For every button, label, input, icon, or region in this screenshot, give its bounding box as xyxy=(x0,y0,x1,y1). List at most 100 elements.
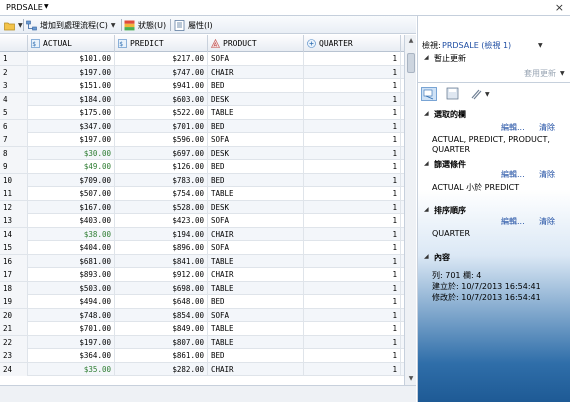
row-number-cell[interactable]: 20 xyxy=(0,308,28,322)
product-cell[interactable]: BED xyxy=(208,349,304,362)
table-row[interactable]: 17 $893.00 $912.00 CHAIR 1 xyxy=(0,268,404,282)
quarter-cell[interactable]: 1 xyxy=(304,214,401,227)
quarter-cell[interactable]: 1 xyxy=(304,335,401,349)
edit-columns-link[interactable]: 編輯... xyxy=(501,122,525,133)
product-cell[interactable]: TABLE xyxy=(208,106,304,119)
product-cell[interactable]: TABLE xyxy=(208,335,304,349)
document-tab[interactable]: PRDSALE ▼ × xyxy=(0,0,570,16)
actual-cell[interactable]: $197.00 xyxy=(28,133,115,146)
collapse-icon[interactable]: ◢ xyxy=(424,206,429,213)
row-number-cell[interactable]: 19 xyxy=(0,295,28,308)
row-number-cell[interactable]: 11 xyxy=(0,187,28,200)
actual-cell[interactable]: $748.00 xyxy=(28,308,115,322)
actual-cell[interactable]: $167.00 xyxy=(28,200,115,214)
column-header-actual[interactable]: $ ACTUAL xyxy=(28,35,115,52)
predict-cell[interactable]: $807.00 xyxy=(115,335,208,349)
chevron-down-icon[interactable]: ▼ xyxy=(44,3,49,10)
row-number-cell[interactable]: 12 xyxy=(0,200,28,214)
row-number-cell[interactable]: 10 xyxy=(0,173,28,187)
close-icon[interactable]: × xyxy=(555,1,564,14)
table-row[interactable]: 2 $197.00 $747.00 CHAIR 1 xyxy=(0,65,404,79)
actual-cell[interactable]: $709.00 xyxy=(28,173,115,187)
quarter-cell[interactable]: 1 xyxy=(304,65,401,79)
product-cell[interactable]: BED xyxy=(208,119,304,133)
table-row[interactable]: 8 $30.00 $697.00 DESK 1 xyxy=(0,146,404,160)
product-cell[interactable]: CHAIR xyxy=(208,362,304,376)
table-row[interactable]: 13 $403.00 $423.00 SOFA 1 xyxy=(0,214,404,228)
predict-cell[interactable]: $217.00 xyxy=(115,52,208,65)
predict-cell[interactable]: $697.00 xyxy=(115,146,208,160)
predict-cell[interactable]: $522.00 xyxy=(115,106,208,119)
actual-cell[interactable]: $893.00 xyxy=(28,268,115,281)
collapse-icon[interactable]: ◢ xyxy=(424,253,429,260)
status-button[interactable]: 狀態(U) xyxy=(124,18,166,32)
collapse-icon[interactable]: ◢ xyxy=(424,110,429,117)
quarter-cell[interactable]: 1 xyxy=(304,146,401,160)
quarter-cell[interactable]: 1 xyxy=(304,133,401,146)
table-row[interactable]: 9 $49.00 $126.00 BED 1 xyxy=(0,160,404,174)
quarter-cell[interactable]: 1 xyxy=(304,322,401,335)
product-cell[interactable]: SOFA xyxy=(208,241,304,254)
quarter-cell[interactable]: 1 xyxy=(304,295,401,308)
scroll-down-icon[interactable]: ▼ xyxy=(406,374,416,384)
quarter-cell[interactable]: 1 xyxy=(304,281,401,295)
table-row[interactable]: 21 $701.00 $849.00 TABLE 1 xyxy=(0,322,404,336)
table-row[interactable]: 7 $197.00 $596.00 SOFA 1 xyxy=(0,133,404,147)
table-row[interactable]: 19 $494.00 $648.00 BED 1 xyxy=(0,295,404,309)
column-header-quarter[interactable]: QUARTER xyxy=(304,35,401,52)
actual-cell[interactable]: $30.00 xyxy=(28,146,115,160)
actual-cell[interactable]: $197.00 xyxy=(28,65,115,79)
product-cell[interactable]: CHAIR xyxy=(208,65,304,79)
table-row[interactable]: 5 $175.00 $522.00 TABLE 1 xyxy=(0,106,404,120)
add-to-flow-button[interactable]: 增加到處理流程(C) ▼ xyxy=(26,18,115,32)
product-cell[interactable]: TABLE xyxy=(208,281,304,295)
table-row[interactable]: 20 $748.00 $854.00 SOFA 1 xyxy=(0,308,404,322)
actual-cell[interactable]: $184.00 xyxy=(28,92,115,106)
scroll-up-icon[interactable]: ▲ xyxy=(406,36,416,46)
row-number-cell[interactable]: 15 xyxy=(0,241,28,254)
query-builder-icon[interactable] xyxy=(421,87,437,101)
predict-cell[interactable]: $896.00 xyxy=(115,241,208,254)
predict-cell[interactable]: $596.00 xyxy=(115,133,208,146)
row-number-cell[interactable]: 22 xyxy=(0,335,28,349)
product-cell[interactable]: SOFA xyxy=(208,52,304,65)
product-cell[interactable]: BED xyxy=(208,295,304,308)
table-row[interactable]: 6 $347.00 $701.00 BED 1 xyxy=(0,119,404,133)
actual-cell[interactable]: $503.00 xyxy=(28,281,115,295)
row-number-cell[interactable]: 6 xyxy=(0,119,28,133)
actual-cell[interactable]: $175.00 xyxy=(28,106,115,119)
table-row[interactable]: 23 $364.00 $861.00 BED 1 xyxy=(0,349,404,363)
product-cell[interactable]: BED xyxy=(208,79,304,92)
predict-cell[interactable]: $603.00 xyxy=(115,92,208,106)
quarter-cell[interactable]: 1 xyxy=(304,187,401,200)
actual-cell[interactable]: $347.00 xyxy=(28,119,115,133)
tools-icon[interactable] xyxy=(469,87,485,101)
actual-cell[interactable]: $101.00 xyxy=(28,52,115,65)
product-cell[interactable]: TABLE xyxy=(208,187,304,200)
actual-cell[interactable]: $701.00 xyxy=(28,322,115,335)
quarter-cell[interactable]: 1 xyxy=(304,254,401,268)
quarter-cell[interactable]: 1 xyxy=(304,173,401,187)
quarter-cell[interactable]: 1 xyxy=(304,92,401,106)
scrollbar-thumb[interactable] xyxy=(407,53,415,73)
predict-cell[interactable]: $854.00 xyxy=(115,308,208,322)
actual-cell[interactable]: $151.00 xyxy=(28,79,115,92)
row-number-cell[interactable]: 16 xyxy=(0,254,28,268)
actual-cell[interactable]: $404.00 xyxy=(28,241,115,254)
vertical-scrollbar[interactable]: ▲ ▼ xyxy=(404,35,416,385)
table-row[interactable]: 4 $184.00 $603.00 DESK 1 xyxy=(0,92,404,106)
row-number-cell[interactable]: 2 xyxy=(0,65,28,79)
predict-cell[interactable]: $841.00 xyxy=(115,254,208,268)
predict-cell[interactable]: $941.00 xyxy=(115,79,208,92)
open-folder-button[interactable]: ▼ xyxy=(4,18,23,32)
actual-cell[interactable]: $681.00 xyxy=(28,254,115,268)
properties-button[interactable]: 屬性(I) xyxy=(174,18,213,32)
column-header-predict[interactable]: $ PREDICT xyxy=(115,35,208,52)
clear-sort-link[interactable]: 清除 xyxy=(539,216,555,227)
table-row[interactable]: 16 $681.00 $841.00 TABLE 1 xyxy=(0,254,404,268)
predict-cell[interactable]: $648.00 xyxy=(115,295,208,308)
apply-update-button[interactable]: 套用更新 xyxy=(524,68,556,79)
row-number-cell[interactable]: 5 xyxy=(0,106,28,119)
actual-cell[interactable]: $364.00 xyxy=(28,349,115,362)
row-number-header[interactable] xyxy=(0,35,28,52)
